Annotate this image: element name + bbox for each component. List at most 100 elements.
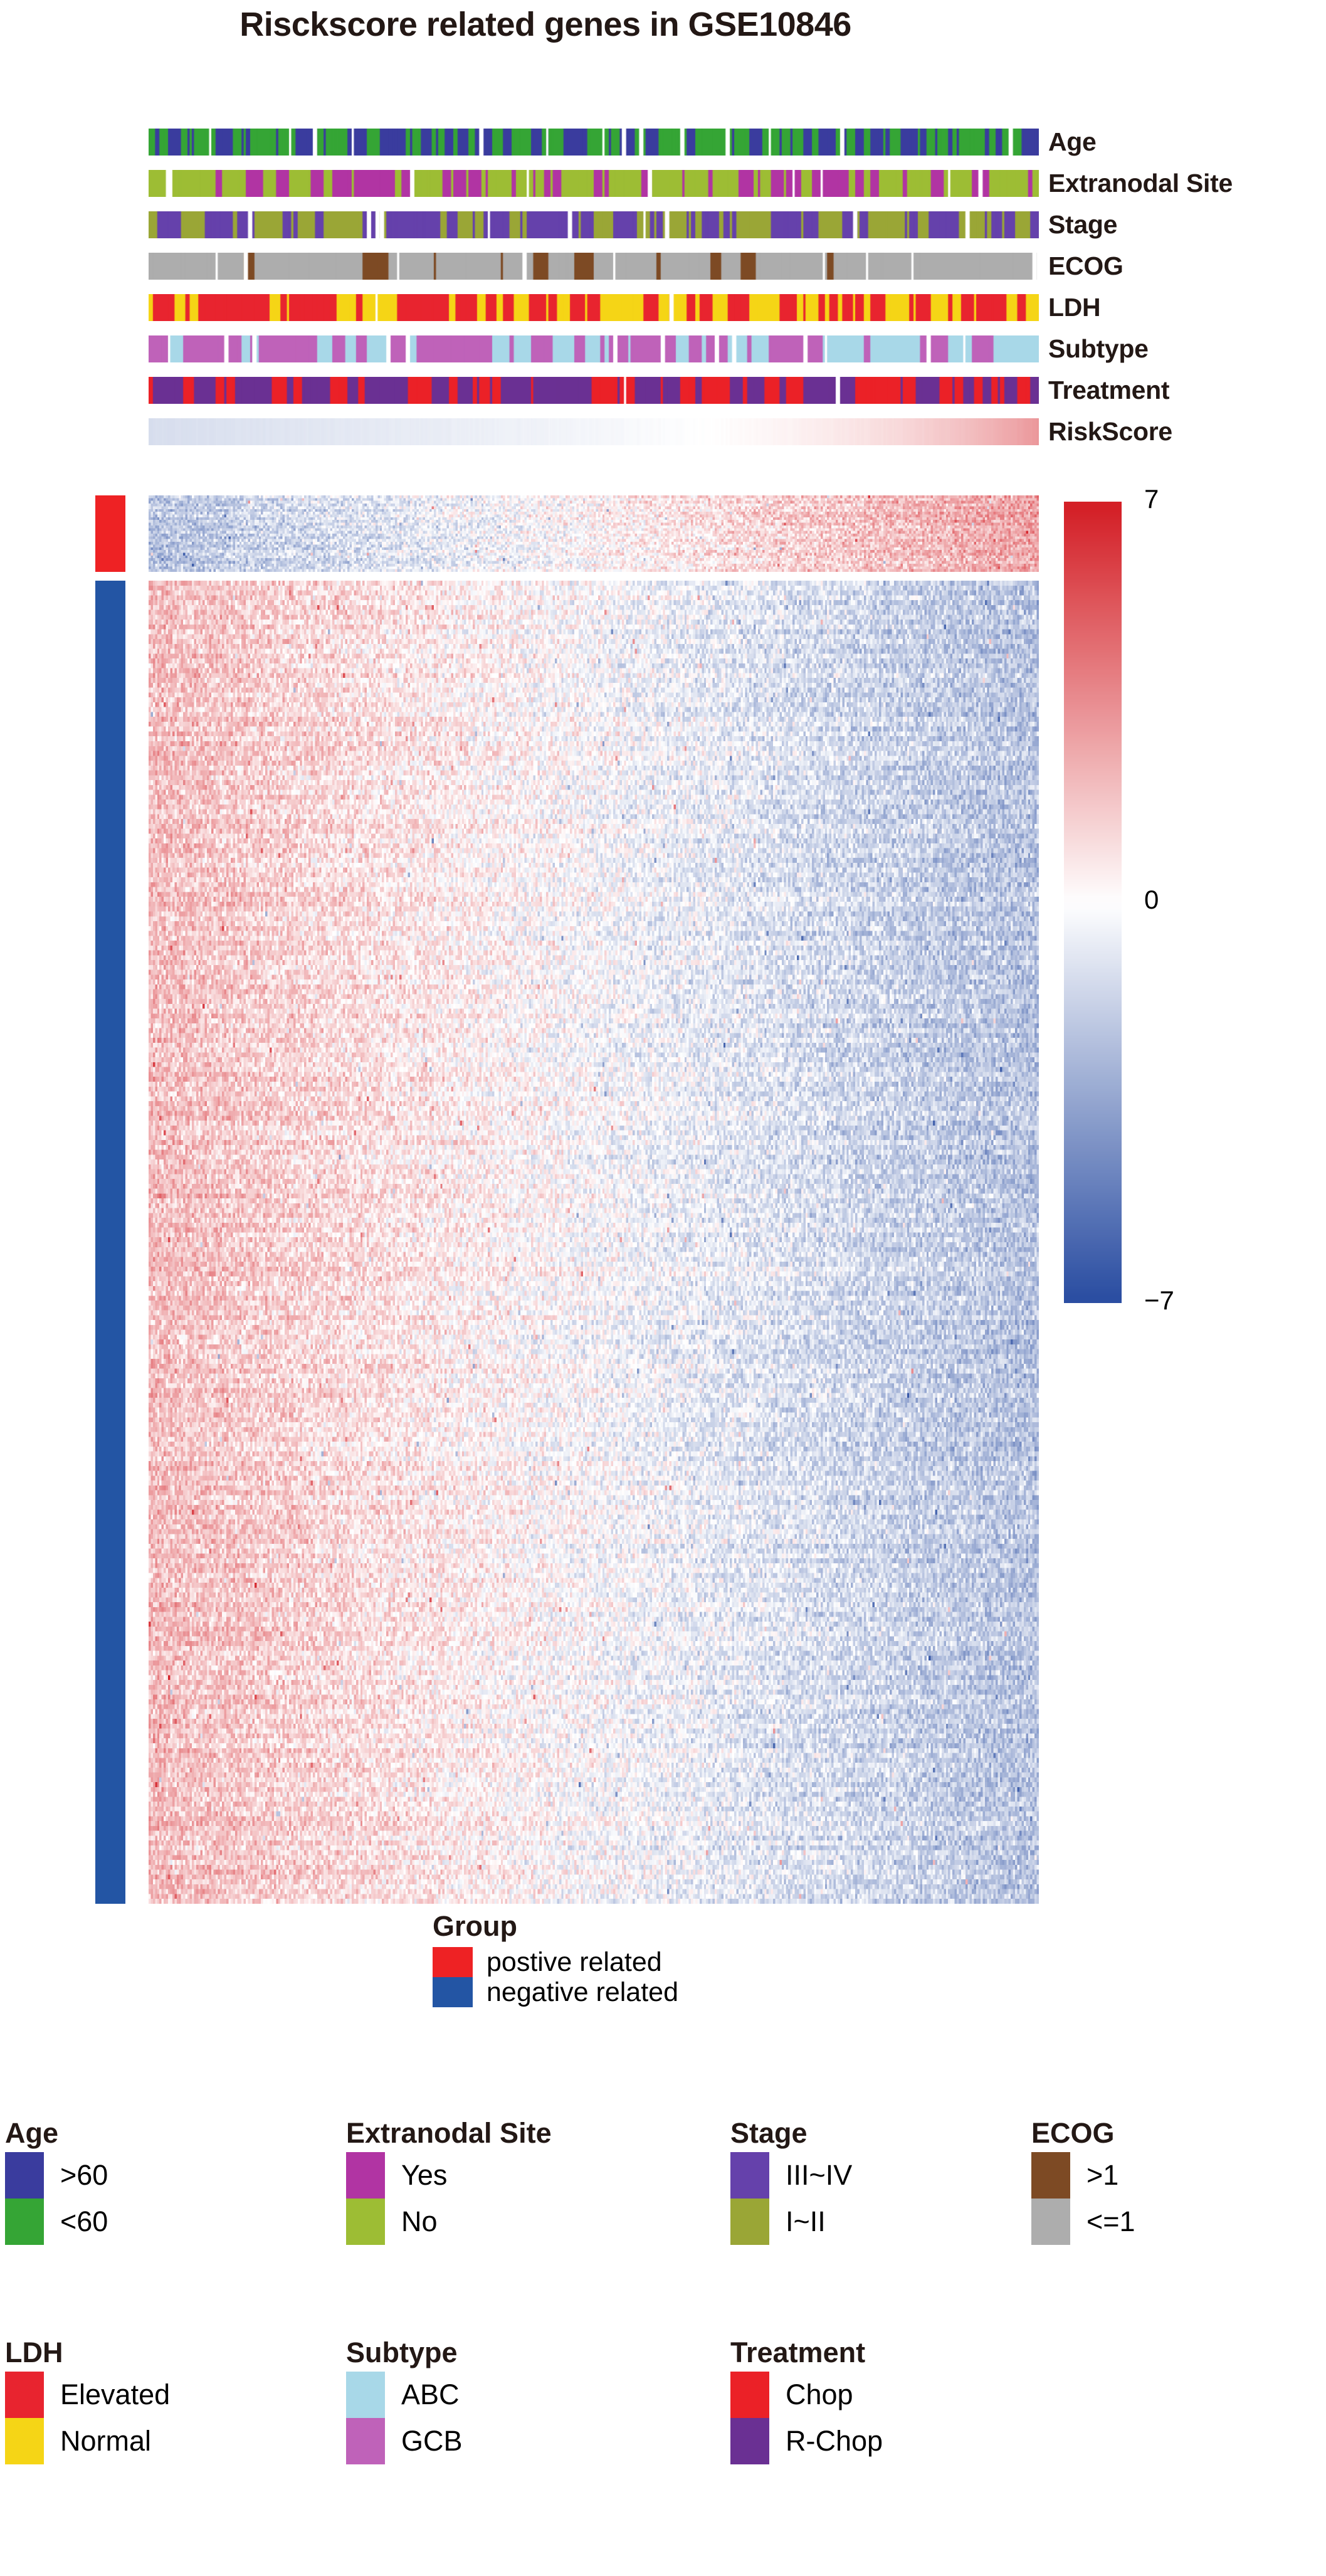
legend-label-column: >1 <=1 [1087, 2152, 1135, 2245]
legend-swatch-column [346, 2372, 385, 2464]
legend-stage: Stage III~IV I~II [730, 2117, 852, 2245]
group-legend-swatch [433, 1977, 473, 2007]
heatmap-canvas [149, 495, 1039, 572]
colorbar-canvas [1064, 502, 1122, 1303]
legend-swatch [346, 2372, 385, 2418]
annotation-track-canvas [149, 129, 1039, 156]
legend-label-column: >60 <60 [60, 2152, 108, 2245]
legend-body: >60 <60 [5, 2152, 108, 2245]
legend-title-subtype: Subtype [346, 2336, 458, 2368]
legend-label: R-Chop [786, 2425, 883, 2457]
legend-title-age: Age [5, 2117, 59, 2149]
annotation-track-label-ldh: LDH [1048, 293, 1101, 322]
legend-swatch [730, 2372, 769, 2418]
legend-swatch [1031, 2152, 1070, 2199]
legend-swatch-column [5, 2372, 44, 2464]
legend-body: >1 <=1 [1031, 2152, 1135, 2245]
legend-title-ecog: ECOG [1031, 2117, 1115, 2149]
legend-label-column: Elevated Normal [60, 2372, 170, 2464]
annotation-track-canvas [149, 294, 1039, 321]
legend-subtype: Subtype ABC GCB [346, 2336, 463, 2464]
legend-label: >60 [60, 2159, 108, 2191]
group-bar-negative-related [95, 581, 125, 1904]
legend-label-column: III~IV I~II [786, 2152, 852, 2245]
figure-title: Risckscore related genes in GSE10846 [239, 6, 851, 43]
legend-body: III~IV I~II [730, 2152, 852, 2245]
legend-swatch-column [1031, 2152, 1070, 2245]
legend-label-column: ABC GCB [401, 2372, 463, 2464]
annotation-track-label-age: Age [1048, 127, 1097, 156]
legend-swatch [346, 2152, 385, 2199]
legend-swatch [5, 2372, 44, 2418]
group-legend-item: negative related [433, 1977, 771, 2007]
legend-swatch-column [5, 2152, 44, 2245]
legend-ldh: LDH Elevated Normal [5, 2336, 170, 2464]
annotation-track-ldh [149, 294, 1039, 321]
legend-label-column: Chop R-Chop [786, 2372, 883, 2464]
annotation-track-label-subtype: Subtype [1048, 334, 1149, 363]
legend-age: Age >60 <60 [5, 2117, 108, 2245]
group-legend-label: postive related [487, 1946, 662, 1977]
heatmap-figure: Risckscore related genes in GSE10846 Age… [0, 0, 1326, 2576]
legend-label: No [401, 2205, 438, 2237]
annotation-track-extranodal-site [149, 170, 1039, 197]
legend-swatch [5, 2199, 44, 2245]
colorbar-max-label: 7 [1144, 484, 1159, 514]
annotation-track-canvas [149, 418, 1039, 445]
legend-swatch [1031, 2199, 1070, 2245]
group-legend: Group postive related negative related [433, 1910, 771, 2007]
legend-body: ABC GCB [346, 2372, 463, 2464]
annotation-track-canvas [149, 211, 1039, 238]
legend-label: Elevated [60, 2378, 171, 2410]
annotation-track-canvas [149, 170, 1039, 197]
legend-label: GCB [401, 2425, 463, 2457]
annotation-track-riskscore [149, 418, 1039, 445]
legend-label-column: Yes No [401, 2152, 447, 2245]
legend-body: Yes No [346, 2152, 552, 2245]
legend-swatch [346, 2199, 385, 2245]
legend-ecog: ECOG >1 <=1 [1031, 2117, 1135, 2245]
legend-swatch [346, 2418, 385, 2464]
legend-label: <=1 [1087, 2205, 1135, 2237]
group-legend-label: negative related [487, 1977, 678, 2007]
legend-title-treatment: Treatment [730, 2336, 866, 2368]
legend-title-ldh: LDH [5, 2336, 63, 2368]
colorbar-gradient [1064, 502, 1122, 1303]
annotation-track-ecog [149, 253, 1039, 280]
legend-label: >1 [1087, 2159, 1119, 2191]
legend-swatch-column [346, 2152, 385, 2245]
legend-body: Chop R-Chop [730, 2372, 883, 2464]
annotation-track-canvas [149, 377, 1039, 404]
group-legend-title: Group [433, 1910, 517, 1942]
legend-swatch-column [730, 2152, 769, 2245]
legend-extranodal-site: Extranodal Site Yes No [346, 2117, 552, 2245]
legend-swatch [5, 2418, 44, 2464]
legend-label: Yes [401, 2159, 448, 2191]
annotation-track-subtype [149, 335, 1039, 362]
legend-label: I~II [786, 2205, 826, 2237]
annotation-track-stage [149, 211, 1039, 238]
annotation-track-canvas [149, 253, 1039, 280]
annotation-track-canvas [149, 335, 1039, 362]
annotation-track-label-stage: Stage [1048, 210, 1118, 239]
annotation-track-label-ecog: ECOG [1048, 251, 1123, 280]
annotation-track-label-extranodal-site: Extranodal Site [1048, 169, 1233, 198]
legend-label: III~IV [786, 2159, 853, 2191]
colorbar-min-label: −7 [1144, 1285, 1174, 1315]
legend-swatch [730, 2418, 769, 2464]
legend-label: Normal [60, 2425, 152, 2457]
legend-label: <60 [60, 2205, 108, 2237]
legend-title-stage: Stage [730, 2117, 808, 2149]
group-legend-item: postive related [433, 1947, 771, 1977]
group-legend-swatch [433, 1947, 473, 1977]
annotation-track-treatment [149, 377, 1039, 404]
heatmap-canvas [149, 581, 1039, 1904]
colorbar-mid-label: 0 [1144, 885, 1159, 914]
legend-swatch [730, 2152, 769, 2199]
legend-label: Chop [786, 2378, 853, 2410]
legend-swatch [5, 2152, 44, 2199]
annotation-track-label-treatment: Treatment [1048, 376, 1170, 404]
legend-treatment: Treatment Chop R-Chop [730, 2336, 883, 2464]
legend-title-extranodal-site: Extranodal Site [346, 2117, 552, 2149]
heatmap-panel-negative-related [149, 581, 1039, 1904]
